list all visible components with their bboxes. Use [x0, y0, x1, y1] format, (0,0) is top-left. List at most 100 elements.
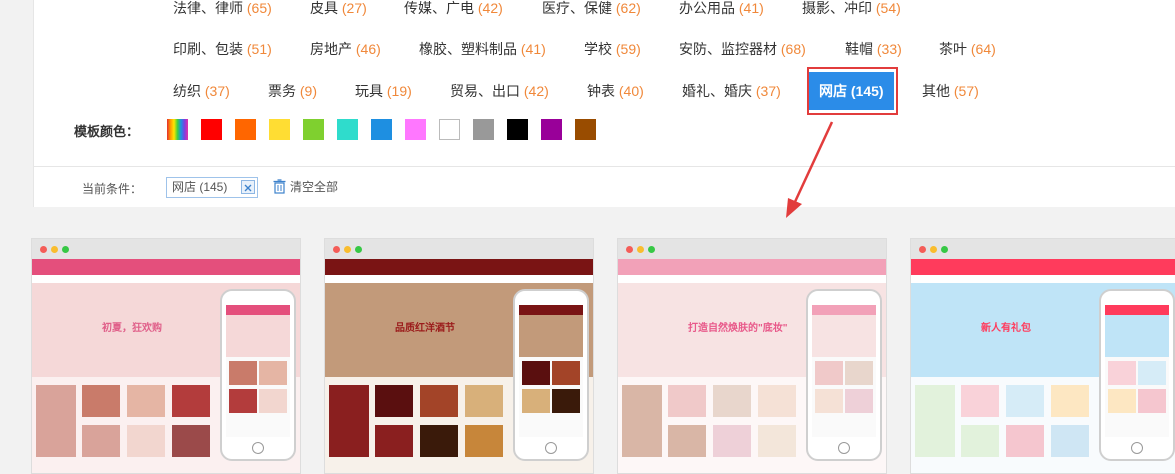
- category-1-2[interactable]: 橡胶、塑料制品 (41): [419, 41, 546, 58]
- category-2-7[interactable]: 其他 (57): [922, 83, 979, 100]
- template-card[interactable]: 打造自然焕肤的"底妆": [617, 238, 887, 474]
- mobile-preview: [220, 289, 296, 461]
- category-name: 摄影、冲印: [802, 0, 876, 16]
- color-swatch-5[interactable]: [337, 119, 358, 140]
- preview-product: [1006, 425, 1044, 457]
- preview-side: [329, 385, 369, 457]
- category-0-5[interactable]: 摄影、冲印 (54): [802, 0, 901, 17]
- preview-nav: [911, 275, 1175, 283]
- template-card[interactable]: 新人有礼包: [910, 238, 1175, 474]
- category-count: (37): [204, 83, 230, 99]
- mobile-header: [812, 305, 876, 315]
- category-1-0[interactable]: 印刷、包装 (51): [173, 41, 272, 58]
- home-button-icon: [252, 442, 264, 454]
- color-swatch-11[interactable]: [541, 119, 562, 140]
- window-dot-icon: [941, 246, 948, 253]
- color-swatch-9[interactable]: [473, 119, 494, 140]
- mobile-preview: [513, 289, 589, 461]
- preview-topbar: [32, 259, 300, 275]
- preview-product: [127, 425, 165, 457]
- color-swatch-7[interactable]: [405, 119, 426, 140]
- category-1-4[interactable]: 安防、监控器材 (68): [679, 41, 806, 58]
- category-count: (9): [299, 83, 318, 99]
- preview-product: [668, 385, 706, 417]
- category-2-4[interactable]: 钟表 (40): [587, 83, 644, 100]
- mobile-banner: [519, 315, 583, 357]
- mobile-tile: [259, 389, 287, 413]
- preview-nav: [325, 275, 593, 283]
- category-2-2[interactable]: 玩具 (19): [355, 83, 412, 100]
- category-name: 皮具: [310, 0, 342, 16]
- color-swatch-0[interactable]: [167, 119, 188, 140]
- category-name: 医疗、保健: [542, 0, 616, 16]
- color-swatch-3[interactable]: [269, 119, 290, 140]
- preview-side: [915, 385, 955, 457]
- category-1-6[interactable]: 茶叶 (64): [939, 41, 996, 58]
- mobile-tile: [522, 389, 550, 413]
- category-1-3[interactable]: 学校 (59): [584, 41, 641, 58]
- color-swatch-1[interactable]: [201, 119, 222, 140]
- condition-tag[interactable]: 网店 (145): [166, 177, 258, 198]
- category-count: (59): [615, 41, 641, 57]
- preview-product: [172, 385, 210, 417]
- category-2-3[interactable]: 贸易、出口 (42): [450, 83, 549, 100]
- category-0-3[interactable]: 医疗、保健 (62): [542, 0, 641, 17]
- color-swatch-4[interactable]: [303, 119, 324, 140]
- browser-bar: [32, 239, 300, 259]
- category-name: 其他: [922, 83, 954, 99]
- color-swatch-2[interactable]: [235, 119, 256, 140]
- category-name: 安防、监控器材: [679, 41, 781, 57]
- preview-side: [622, 385, 662, 457]
- template-card[interactable]: 品质红洋酒节: [324, 238, 594, 474]
- preview-product: [758, 425, 796, 457]
- preview-hero-text: 品质红洋酒节: [395, 323, 455, 334]
- mobile-tile: [259, 361, 287, 385]
- category-2-0[interactable]: 纺织 (37): [173, 83, 230, 100]
- category-name: 鞋帽: [845, 41, 877, 57]
- preview-product: [375, 385, 413, 417]
- category-0-2[interactable]: 传媒、广电 (42): [404, 0, 503, 17]
- color-swatch-6[interactable]: [371, 119, 392, 140]
- close-icon[interactable]: [241, 180, 255, 194]
- window-dot-icon: [626, 246, 633, 253]
- category-count: (40): [618, 83, 644, 99]
- mobile-tile: [552, 361, 580, 385]
- category-count: (37): [755, 83, 781, 99]
- mobile-screen: [812, 305, 876, 437]
- clear-all-button[interactable]: 清空全部: [273, 178, 338, 195]
- mobile-banner: [1105, 315, 1169, 357]
- category-name: 贸易、出口: [450, 83, 524, 99]
- browser-bar: [325, 239, 593, 259]
- annotation-arrow: [786, 121, 834, 218]
- color-swatch-12[interactable]: [575, 119, 596, 140]
- category-count: (65): [246, 0, 272, 16]
- category-name: 办公用品: [679, 0, 739, 16]
- color-swatch-10[interactable]: [507, 119, 528, 140]
- color-swatch-8[interactable]: [439, 119, 460, 140]
- category-count: (62): [615, 0, 641, 16]
- window-dot-icon: [344, 246, 351, 253]
- mobile-tile: [1138, 389, 1166, 413]
- mobile-banner: [226, 315, 290, 357]
- category-count: (19): [386, 83, 412, 99]
- preview-hero-text: 初夏，狂欢购: [102, 323, 162, 334]
- window-dot-icon: [51, 246, 58, 253]
- window-dot-icon: [648, 246, 655, 253]
- category-1-5[interactable]: 鞋帽 (33): [845, 41, 902, 58]
- preview-hero-text: 打造自然焕肤的"底妆": [688, 323, 788, 334]
- category-0-1[interactable]: 皮具 (27): [310, 0, 367, 17]
- mobile-preview: [1099, 289, 1175, 461]
- template-card[interactable]: 初夏，狂欢购: [31, 238, 301, 474]
- preview-product: [1006, 385, 1044, 417]
- preview-product: [713, 425, 751, 457]
- preview-product: [127, 385, 165, 417]
- category-0-4[interactable]: 办公用品 (41): [679, 0, 764, 17]
- category-name: 法律、律师: [173, 0, 247, 16]
- category-0-0[interactable]: 法律、律师 (65): [173, 0, 272, 17]
- mobile-tile: [1108, 389, 1136, 413]
- category-2-5[interactable]: 婚礼、婚庆 (37): [682, 83, 781, 100]
- category-2-1[interactable]: 票务 (9): [268, 83, 317, 100]
- mobile-tile: [1108, 361, 1136, 385]
- category-1-1[interactable]: 房地产 (46): [310, 41, 381, 58]
- mobile-screen: [1105, 305, 1169, 437]
